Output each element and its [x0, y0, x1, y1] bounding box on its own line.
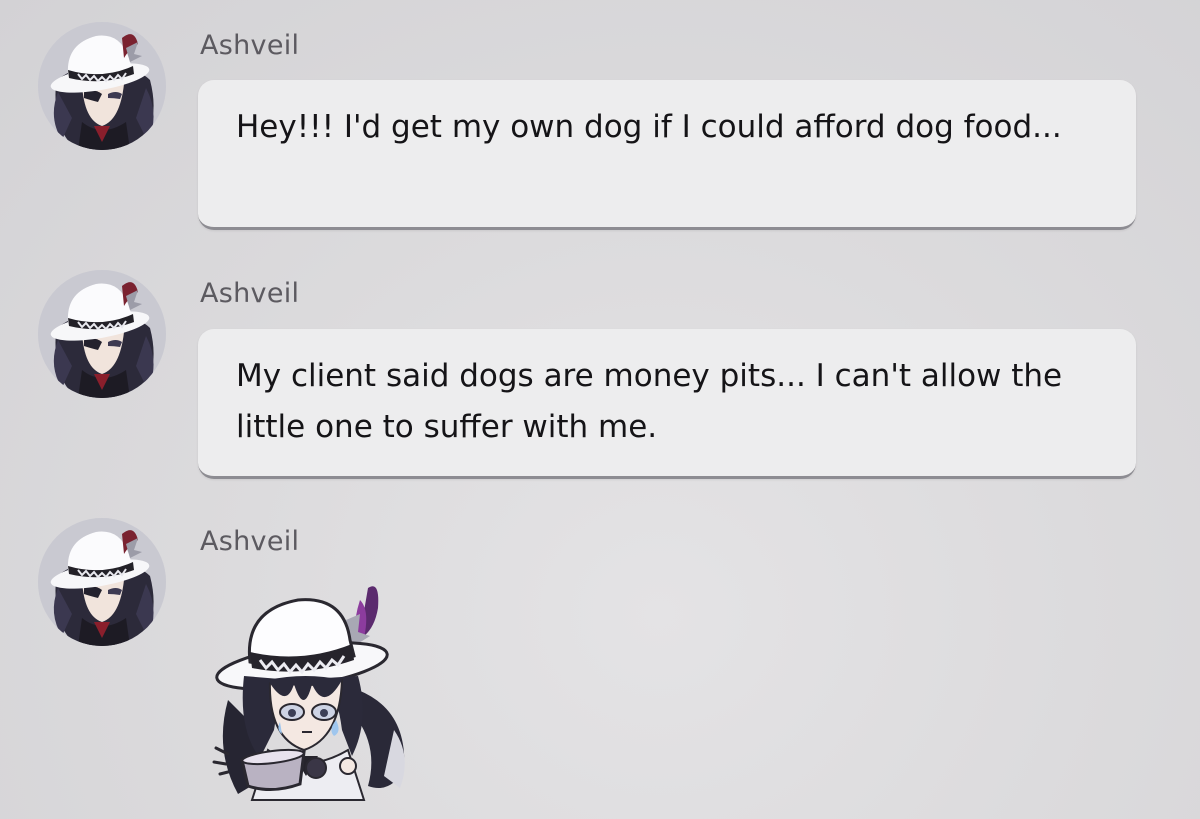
sender-name: Ashveil	[200, 30, 300, 61]
sender-name: Ashveil	[200, 278, 300, 309]
avatar-image	[38, 22, 166, 150]
avatar[interactable]	[38, 270, 166, 398]
avatar-image	[38, 518, 166, 646]
sender-name: Ashveil	[200, 526, 300, 557]
avatar-image	[38, 270, 166, 398]
message-bubble[interactable]: My client said dogs are money pits... I …	[198, 329, 1136, 479]
message-bubble[interactable]: Hey!!! I'd get my own dog if I could aff…	[198, 80, 1136, 230]
avatar[interactable]	[38, 22, 166, 150]
sticker-image[interactable]	[208, 580, 418, 805]
avatar[interactable]	[38, 518, 166, 646]
